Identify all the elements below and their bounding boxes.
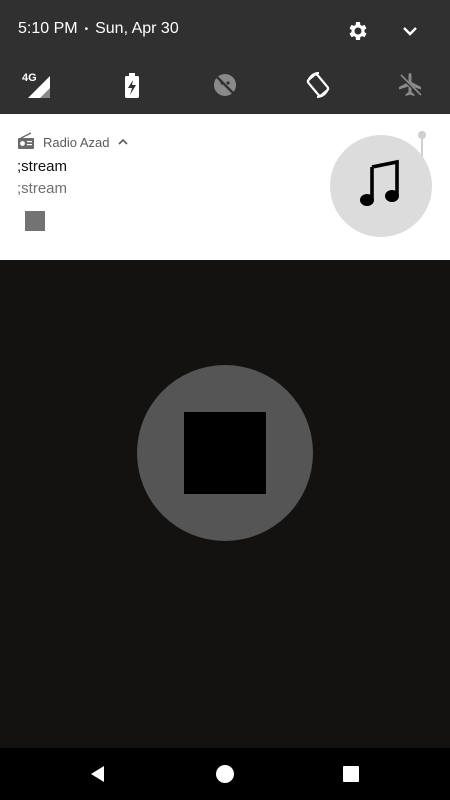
expand-chevron-icon[interactable] <box>400 21 420 41</box>
chevron-up-icon[interactable] <box>117 135 128 150</box>
navigation-bar <box>0 748 450 800</box>
album-artwork <box>330 135 432 237</box>
auto-rotate-icon[interactable] <box>303 70 333 100</box>
media-notification[interactable]: Radio Azad ;stream ;stream <box>0 114 450 260</box>
data-saver-off-icon[interactable] <box>210 70 240 100</box>
time-date: 5:10 PM • Sun, Apr 30 <box>18 20 179 38</box>
quick-settings-shade: 5:10 PM • Sun, Apr 30 4G <box>0 0 450 114</box>
artwork-pin-dot <box>418 131 426 139</box>
main-stop-button[interactable] <box>137 365 313 541</box>
settings-gear-icon[interactable] <box>346 19 370 43</box>
quick-settings-row: 4G <box>0 64 450 106</box>
date-label[interactable]: Sun, Apr 30 <box>95 20 179 38</box>
notification-title: ;stream <box>17 158 68 175</box>
back-icon[interactable] <box>86 762 110 786</box>
home-icon[interactable] <box>213 762 237 786</box>
notification-subtitle: ;stream <box>17 180 68 197</box>
stop-icon <box>184 412 266 494</box>
separator-dot: • <box>84 23 89 35</box>
music-note-icon <box>359 159 403 214</box>
notification-app-row[interactable]: Radio Azad <box>17 132 128 153</box>
app-name: Radio Azad <box>43 135 110 150</box>
radio-icon <box>17 132 35 153</box>
mobile-data-4g-icon[interactable]: 4G <box>22 70 52 100</box>
4g-label: 4G <box>22 72 37 84</box>
status-header: 5:10 PM • Sun, Apr 30 <box>0 0 450 58</box>
battery-saver-icon[interactable] <box>117 70 147 100</box>
notification-stop-button[interactable] <box>25 211 45 231</box>
airplane-mode-icon[interactable] <box>395 70 425 100</box>
recents-icon[interactable] <box>339 762 363 786</box>
clock-time: 5:10 PM <box>18 20 78 37</box>
